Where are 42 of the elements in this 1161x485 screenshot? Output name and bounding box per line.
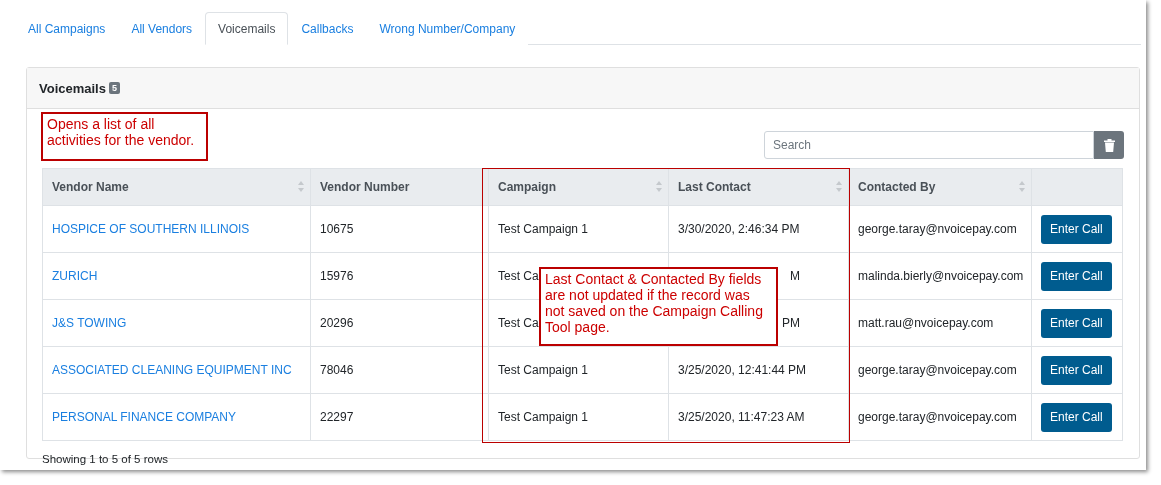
annotation-callout: Opens a list of all activities for the vendor. [41, 112, 208, 161]
enter-call-button[interactable]: Enter Call [1041, 308, 1112, 338]
tab[interactable]: Voicemails [205, 12, 289, 45]
table-cell: 3/30/2020, 2:46:34 PM [668, 205, 849, 253]
search-field[interactable]: Search [764, 131, 1094, 159]
enter-call-button[interactable]: Enter Call [1041, 214, 1112, 244]
sort-icon [836, 181, 842, 192]
table-cell: Test Campaign 1 [498, 222, 589, 236]
table-cell: Test Ca [498, 269, 539, 283]
sort-icon [656, 181, 662, 192]
table-cell: Test Campaign 1 [498, 363, 589, 377]
vendor-link[interactable]: J&S TOWING [52, 316, 127, 330]
table-cell: matt.rau@nvoicepay.com [858, 316, 994, 330]
table-cell: 20296 [320, 316, 354, 330]
clear-button[interactable] [1094, 131, 1124, 159]
table-cell: 78046 [320, 363, 354, 377]
column-header[interactable]: Vendor Name [42, 168, 311, 206]
table-cell: Test Campaign 1 [498, 410, 589, 424]
sort-icon [1019, 181, 1025, 192]
table-cell: george.taray@nvoicepay.com [858, 222, 1017, 236]
column-header[interactable]: Campaign [488, 168, 669, 206]
trash-icon [1103, 138, 1115, 152]
enter-call-button[interactable]: Enter Call [1041, 355, 1112, 385]
pagination-info: Showing 1 to 5 of 5 rows [42, 453, 169, 465]
panel-title: Voicemails [39, 80, 106, 96]
annotation-callout: Last Contact & Contacted By fields are not updated if the record was not saved on the Campaign Calling Tool page. [539, 267, 778, 346]
sort-icon [298, 181, 304, 192]
column-header[interactable]: Contacted By [848, 168, 1032, 206]
table-cell: 15976 [320, 269, 354, 283]
table-cell: malinda.bierly@nvoicepay.com [858, 269, 1024, 283]
enter-call-button[interactable]: Enter Call [1041, 402, 1112, 432]
table-cell: 10675 [320, 222, 354, 236]
table-cell: Test Ca [498, 316, 539, 330]
table-cell: 22297 [320, 410, 354, 424]
count-badge: 5 [108, 82, 120, 94]
vendor-link[interactable]: ZURICH [52, 269, 98, 283]
column-header[interactable]: Last Contact [668, 168, 849, 206]
table-cell: george.taray@nvoicepay.com [858, 363, 1017, 377]
column-header[interactable]: Vendor Number [310, 168, 489, 206]
table-cell: george.taray@nvoicepay.com [858, 410, 1017, 424]
table-cell: 3/25/2020, 11:47:23 AM [668, 393, 849, 441]
enter-call-button[interactable]: Enter Call [1041, 261, 1112, 291]
